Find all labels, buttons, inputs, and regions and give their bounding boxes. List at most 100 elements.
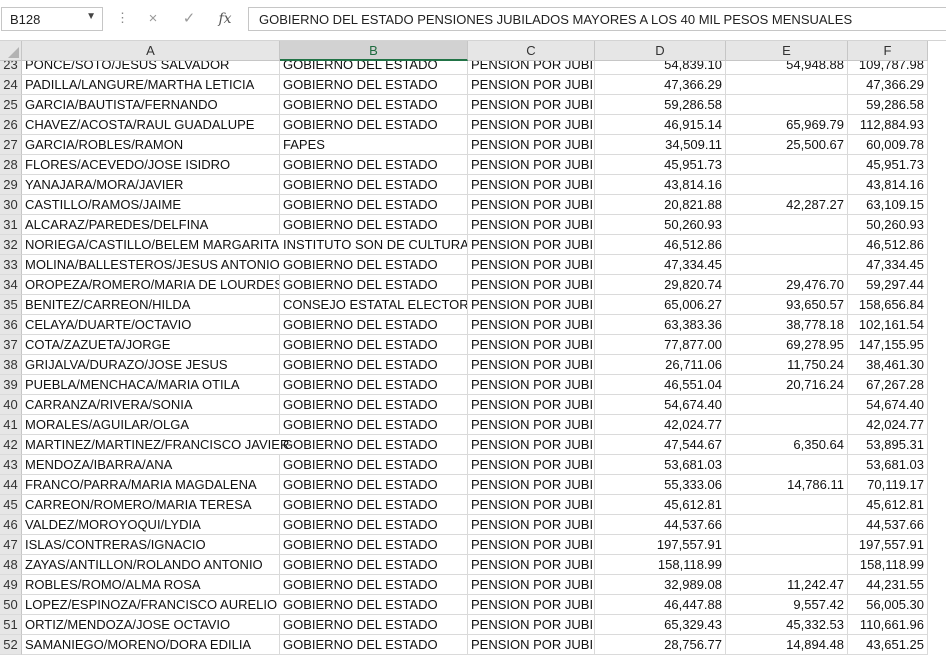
cell-b[interactable]: GOBIERNO DEL ESTADO — [280, 595, 468, 615]
cell-d[interactable]: 28,756.77 — [595, 635, 726, 655]
cell-c[interactable]: PENSION POR JUBILACION — [468, 435, 595, 455]
enter-icon[interactable]: ✓ — [174, 8, 204, 30]
cell-e[interactable] — [726, 75, 848, 95]
column-header-a[interactable]: A — [22, 41, 280, 61]
cell-e[interactable]: 29,476.70 — [726, 275, 848, 295]
cell-e[interactable] — [726, 495, 848, 515]
cell-d[interactable]: 46,551.04 — [595, 375, 726, 395]
cell-e[interactable] — [726, 95, 848, 115]
row-header[interactable]: 29 — [0, 175, 22, 195]
cell-a[interactable]: MOLINA/BALLESTEROS/JESUS ANTONIO — [22, 255, 280, 275]
cancel-icon[interactable]: × — [138, 8, 168, 30]
cell-e[interactable] — [726, 515, 848, 535]
spreadsheet-grid[interactable]: 23 PONCE/SOTO/JESUS SALVADOR GOBIERNO DEL … — [0, 41, 946, 658]
cell-b[interactable]: GOBIERNO DEL ESTADO — [280, 115, 468, 135]
cell-e[interactable] — [726, 555, 848, 575]
cell-d[interactable]: 59,286.58 — [595, 95, 726, 115]
cell-a[interactable]: YANAJARA/MORA/JAVIER — [22, 175, 280, 195]
cell-d[interactable]: 158,118.99 — [595, 555, 726, 575]
cell-f[interactable]: 43,814.16 — [848, 175, 928, 195]
cell-f[interactable]: 46,512.86 — [848, 235, 928, 255]
cell-d[interactable]: 50,260.93 — [595, 215, 726, 235]
row-header[interactable]: 35 — [0, 295, 22, 315]
cell-c[interactable]: PENSION POR JUBILACION — [468, 235, 595, 255]
cell-d[interactable]: 45,612.81 — [595, 495, 726, 515]
cell-a[interactable]: CARRANZA/RIVERA/SONIA — [22, 395, 280, 415]
cell-b[interactable]: GOBIERNO DEL ESTADO — [280, 375, 468, 395]
cell-f[interactable]: 112,884.93 — [848, 115, 928, 135]
column-header-b[interactable]: B — [280, 41, 468, 61]
cell-f[interactable]: 53,681.03 — [848, 455, 928, 475]
row-header[interactable]: 48 — [0, 555, 22, 575]
name-box[interactable]: B128 ▼ — [1, 7, 103, 31]
row-header[interactable]: 30 — [0, 195, 22, 215]
cell-b[interactable]: GOBIERNO DEL ESTADO — [280, 195, 468, 215]
cell-b[interactable]: FAPES — [280, 135, 468, 155]
cell-a[interactable]: ROBLES/ROMO/ALMA ROSA — [22, 575, 280, 595]
cell-c[interactable]: PENSION POR JUBILACION — [468, 295, 595, 315]
row-header[interactable]: 40 — [0, 395, 22, 415]
cell-d[interactable]: 45,951.73 — [595, 155, 726, 175]
cell-a[interactable]: CELAYA/DUARTE/OCTAVIO — [22, 315, 280, 335]
cell-a[interactable]: SAMANIEGO/MORENO/DORA EDILIA — [22, 635, 280, 655]
row-header[interactable]: 50 — [0, 595, 22, 615]
cell-d[interactable]: 53,681.03 — [595, 455, 726, 475]
cell-f[interactable]: 147,155.95 — [848, 335, 928, 355]
cell-d[interactable]: 43,814.16 — [595, 175, 726, 195]
row-header[interactable]: 38 — [0, 355, 22, 375]
cell-a[interactable]: CARREON/ROMERO/MARIA TERESA — [22, 495, 280, 515]
row-header[interactable]: 34 — [0, 275, 22, 295]
cell-f[interactable]: 53,895.31 — [848, 435, 928, 455]
cell-e[interactable]: 69,278.95 — [726, 335, 848, 355]
column-header-e[interactable]: E — [726, 41, 848, 61]
cell-d[interactable]: 32,989.08 — [595, 575, 726, 595]
cell-f[interactable]: 158,118.99 — [848, 555, 928, 575]
cell-f[interactable]: 47,334.45 — [848, 255, 928, 275]
cell-a[interactable]: ORTIZ/MENDOZA/JOSE OCTAVIO — [22, 615, 280, 635]
cell-b[interactable]: GOBIERNO DEL ESTADO — [280, 615, 468, 635]
cell-b[interactable]: GOBIERNO DEL ESTADO — [280, 355, 468, 375]
cell-a[interactable]: LOPEZ/ESPINOZA/FRANCISCO AURELIO — [22, 595, 280, 615]
cell-b[interactable]: GOBIERNO DEL ESTADO — [280, 635, 468, 655]
more-options-icon[interactable]: ⋮ — [116, 10, 129, 26]
cell-a[interactable]: GRIJALVA/DURAZO/JOSE JESUS — [22, 355, 280, 375]
cell-e[interactable] — [726, 535, 848, 555]
cell-d[interactable]: 47,366.29 — [595, 75, 726, 95]
cell-b[interactable]: GOBIERNO DEL ESTADO — [280, 275, 468, 295]
row-header[interactable]: 39 — [0, 375, 22, 395]
cell-f[interactable]: 47,366.29 — [848, 75, 928, 95]
row-header[interactable]: 36 — [0, 315, 22, 335]
cell-c[interactable]: PENSION POR JUBILACION — [468, 595, 595, 615]
cell-c[interactable]: PENSION POR JUBILACION — [468, 175, 595, 195]
cell-f[interactable]: 158,656.84 — [848, 295, 928, 315]
row-header[interactable]: 41 — [0, 415, 22, 435]
row-header[interactable]: 52 — [0, 635, 22, 655]
cell-d[interactable]: 47,544.67 — [595, 435, 726, 455]
row-header[interactable]: 47 — [0, 535, 22, 555]
cell-a[interactable]: CASTILLO/RAMOS/JAIME — [22, 195, 280, 215]
cell-c[interactable]: PENSION POR JUBILACION — [468, 315, 595, 335]
cell-f[interactable]: 59,286.58 — [848, 95, 928, 115]
cell-b[interactable]: GOBIERNO DEL ESTADO — [280, 495, 468, 515]
cell-c[interactable]: PENSION POR JUBILACION — [468, 635, 595, 655]
cell-a[interactable]: FLORES/ACEVEDO/JOSE ISIDRO — [22, 155, 280, 175]
column-header-c[interactable]: C — [468, 41, 595, 61]
row-header[interactable]: 46 — [0, 515, 22, 535]
cell-b[interactable]: GOBIERNO DEL ESTADO — [280, 395, 468, 415]
row-header[interactable]: 37 — [0, 335, 22, 355]
cell-e[interactable]: 14,786.11 — [726, 475, 848, 495]
cell-c[interactable]: PENSION POR JUBILACION — [468, 455, 595, 475]
cell-f[interactable]: 110,661.96 — [848, 615, 928, 635]
cell-e[interactable]: 14,894.48 — [726, 635, 848, 655]
cell-a[interactable]: BENITEZ/CARREON/HILDA — [22, 295, 280, 315]
cell-a[interactable]: GARCIA/BAUTISTA/FERNANDO — [22, 95, 280, 115]
chevron-down-icon[interactable]: ▼ — [86, 11, 96, 22]
cell-e[interactable]: 93,650.57 — [726, 295, 848, 315]
cell-d[interactable]: 77,877.00 — [595, 335, 726, 355]
cell-f[interactable]: 197,557.91 — [848, 535, 928, 555]
cell-c[interactable]: PENSION POR JUBILACION — [468, 95, 595, 115]
select-all-button[interactable] — [0, 41, 22, 61]
cell-b[interactable]: GOBIERNO DEL ESTADO — [280, 335, 468, 355]
insert-function-icon[interactable]: fx — [210, 8, 240, 30]
cell-c[interactable]: PENSION POR JUBILACION — [468, 555, 595, 575]
